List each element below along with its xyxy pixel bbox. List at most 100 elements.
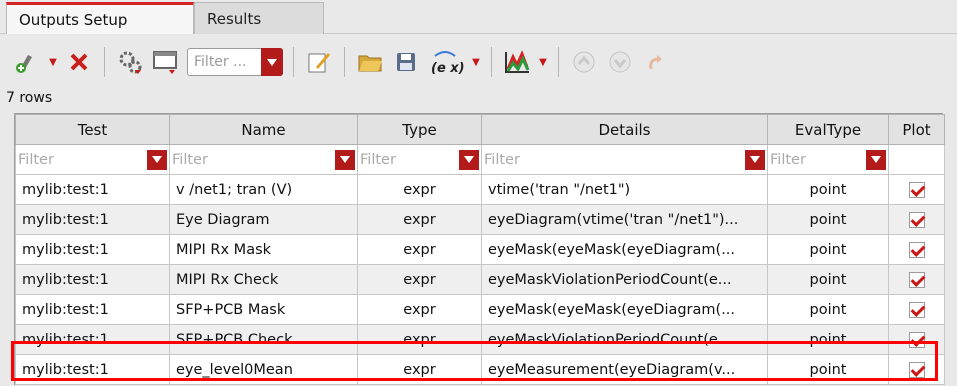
column-header-plot[interactable]: Plot bbox=[888, 114, 945, 145]
cell-type[interactable]: expr bbox=[357, 264, 482, 295]
cell-name[interactable]: SFP+PCB Mask bbox=[169, 294, 358, 325]
filter-cell-type[interactable]: Filter bbox=[357, 144, 482, 175]
cell-name[interactable]: SFP+PCB Check bbox=[169, 324, 358, 355]
expression-label: (e x) bbox=[431, 61, 465, 76]
table-row[interactable]: mylib:test:1 SFP+PCB Check expr eyeMaskViol… bbox=[15, 324, 945, 355]
cell-test[interactable]: mylib:test:1 bbox=[15, 204, 170, 235]
chevron-down-icon[interactable]: ▼ bbox=[48, 57, 58, 68]
chevron-down-icon bbox=[340, 156, 350, 163]
filter-dropdown-button[interactable] bbox=[147, 149, 167, 170]
plot-checkbox[interactable] bbox=[908, 181, 925, 198]
filter-dropdown-button[interactable] bbox=[866, 149, 886, 170]
table-row[interactable]: mylib:test:1 MIPI Rx Check expr eyeMaskViol… bbox=[15, 264, 945, 295]
cell-evaltype[interactable]: point bbox=[767, 174, 889, 205]
plot-checkbox[interactable] bbox=[908, 211, 925, 228]
cell-test[interactable]: mylib:test:1 bbox=[15, 354, 170, 385]
filter-dropdown-button[interactable] bbox=[335, 149, 355, 170]
cell-evaltype[interactable]: point bbox=[767, 264, 889, 295]
filter-cell-name[interactable]: Filter bbox=[169, 144, 358, 175]
table-row[interactable]: mylib:test:1 Eye Diagram expr eyeDiagram(vt… bbox=[15, 204, 945, 235]
cell-evaltype[interactable]: point bbox=[767, 204, 889, 235]
outputs-table: Test Name Type Details EvalType Plot Fil… bbox=[14, 113, 945, 385]
cell-evaltype[interactable]: point bbox=[767, 354, 889, 385]
cell-details[interactable]: eyeMeasurement(eyeDiagram(v... bbox=[481, 354, 768, 385]
filter-dropdown-button[interactable] bbox=[261, 48, 283, 76]
cell-details[interactable]: vtime('tran "/net1") bbox=[481, 174, 768, 205]
plot-icon[interactable] bbox=[502, 47, 532, 77]
plot-checkbox[interactable] bbox=[908, 301, 925, 318]
cell-details[interactable]: eyeMaskViolationPeriodCount(e... bbox=[481, 264, 768, 295]
cell-test[interactable]: mylib:test:1 bbox=[15, 324, 170, 355]
add-output-icon[interactable] bbox=[12, 47, 42, 77]
filter-cell-evaltype[interactable]: Filter bbox=[767, 144, 889, 175]
tab-outputs-setup[interactable]: Outputs Setup bbox=[6, 2, 194, 34]
cell-details[interactable]: eyeMask(eyeMask(eyeDiagram(... bbox=[481, 294, 768, 325]
cell-name[interactable]: v /net1; tran (V) bbox=[169, 174, 358, 205]
chevron-down-icon bbox=[267, 58, 277, 66]
delete-icon[interactable] bbox=[64, 47, 94, 77]
open-folder-icon[interactable] bbox=[355, 47, 385, 77]
filter-placeholder: Filter bbox=[18, 151, 54, 168]
cell-test[interactable]: mylib:test:1 bbox=[15, 294, 170, 325]
cell-details[interactable]: eyeMask(eyeMask(eyeDiagram(... bbox=[481, 234, 768, 265]
down-icon[interactable] bbox=[605, 47, 635, 77]
cell-details[interactable]: eyeMaskViolationPeriodCount(e... bbox=[481, 324, 768, 355]
cell-type[interactable]: expr bbox=[357, 204, 482, 235]
cell-plot bbox=[888, 294, 945, 325]
table-row[interactable]: mylib:test:1 MIPI Rx Mask expr eyeMask(eyeM… bbox=[15, 234, 945, 265]
chevron-down-icon[interactable]: ▼ bbox=[538, 57, 548, 68]
save-icon[interactable] bbox=[391, 47, 421, 77]
filter-cell-details[interactable]: Filter bbox=[481, 144, 768, 175]
cell-details[interactable]: eyeDiagram(vtime('tran "/net1")... bbox=[481, 204, 768, 235]
column-header-test[interactable]: Test bbox=[15, 114, 170, 145]
plot-checkbox[interactable] bbox=[908, 241, 925, 258]
cell-test[interactable]: mylib:test:1 bbox=[15, 234, 170, 265]
plot-checkbox[interactable] bbox=[908, 361, 925, 378]
table-row[interactable]: mylib:test:1 eye_level0Mean expr eyeMeasure… bbox=[15, 354, 945, 385]
filter-placeholder: Filter bbox=[484, 151, 520, 168]
column-header-name[interactable]: Name bbox=[169, 114, 358, 145]
cell-test[interactable]: mylib:test:1 bbox=[15, 174, 170, 205]
chevron-down-icon[interactable]: ▼ bbox=[471, 57, 481, 68]
cell-plot bbox=[888, 354, 945, 385]
filter-dropdown-button[interactable] bbox=[745, 149, 765, 170]
plot-checkbox[interactable] bbox=[908, 271, 925, 288]
table-row[interactable]: mylib:test:1 SFP+PCB Mask expr eyeMask(eyeM… bbox=[15, 294, 945, 325]
cell-plot bbox=[888, 174, 945, 205]
toolbar-separator bbox=[293, 47, 294, 77]
settings-icon[interactable] bbox=[115, 47, 145, 77]
cell-name[interactable]: eye_level0Mean bbox=[169, 354, 358, 385]
toolbar-separator bbox=[104, 47, 105, 77]
toolbar-separator bbox=[558, 47, 559, 77]
column-header-details[interactable]: Details bbox=[481, 114, 768, 145]
edit-icon[interactable] bbox=[304, 47, 334, 77]
table-row[interactable]: mylib:test:1 v /net1; tran (V) expr vtime('… bbox=[15, 174, 945, 205]
chevron-down-icon bbox=[152, 156, 162, 163]
filter-placeholder: Filter bbox=[770, 151, 806, 168]
up-icon[interactable] bbox=[569, 47, 599, 77]
cell-test[interactable]: mylib:test:1 bbox=[15, 264, 170, 295]
cell-evaltype[interactable]: point bbox=[767, 324, 889, 355]
tab-results[interactable]: Results bbox=[194, 2, 324, 34]
cell-type[interactable]: expr bbox=[357, 234, 482, 265]
columns-icon[interactable] bbox=[151, 47, 181, 77]
cell-name[interactable]: MIPI Rx Check bbox=[169, 264, 358, 295]
cell-type[interactable]: expr bbox=[357, 324, 482, 355]
plot-checkbox[interactable] bbox=[908, 331, 925, 348]
cell-type[interactable]: expr bbox=[357, 294, 482, 325]
filter-cell-test[interactable]: Filter bbox=[15, 144, 170, 175]
cell-type[interactable]: expr bbox=[357, 354, 482, 385]
redo-icon[interactable] bbox=[641, 47, 671, 77]
filter-placeholder: Filter bbox=[172, 151, 208, 168]
cell-evaltype[interactable]: point bbox=[767, 294, 889, 325]
filter-dropdown-button[interactable] bbox=[459, 149, 479, 170]
column-header-evaltype[interactable]: EvalType bbox=[767, 114, 889, 145]
cell-evaltype[interactable]: point bbox=[767, 234, 889, 265]
row-count: 7 rows bbox=[6, 90, 53, 106]
toolbar-filter-input[interactable]: Filter ... bbox=[187, 48, 283, 76]
cell-name[interactable]: MIPI Rx Mask bbox=[169, 234, 358, 265]
cell-type[interactable]: expr bbox=[357, 174, 482, 205]
cell-name[interactable]: Eye Diagram bbox=[169, 204, 358, 235]
column-header-type[interactable]: Type bbox=[357, 114, 482, 145]
expression-icon[interactable]: (e x) bbox=[427, 47, 465, 77]
